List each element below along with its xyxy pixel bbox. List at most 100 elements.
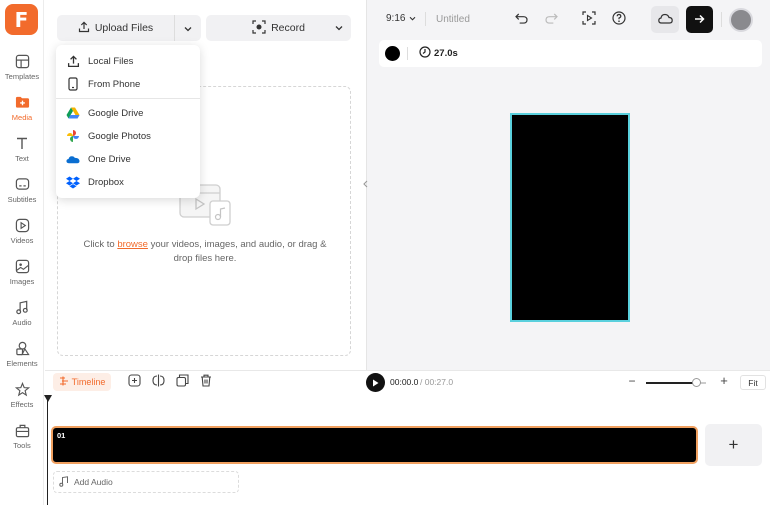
phone-icon xyxy=(66,77,80,91)
chevron-down-icon xyxy=(184,19,192,37)
tab-timeline[interactable]: Timeline xyxy=(53,373,111,391)
split-button[interactable] xyxy=(150,374,166,391)
sidebar-item-label: Effects xyxy=(10,400,34,409)
sidebar-item-audio[interactable]: Audio xyxy=(0,298,44,336)
sidebar-item-effects[interactable]: Effects xyxy=(0,380,44,418)
upload-source-menu: Local Files From Phone Google Drive Goog… xyxy=(56,45,200,198)
aspect-ratio-value: 9:16 xyxy=(386,13,406,24)
record-label: Record xyxy=(271,22,305,34)
upload-icon xyxy=(66,54,80,68)
video-canvas[interactable] xyxy=(510,113,630,322)
subtitles-icon xyxy=(13,175,31,193)
text-icon xyxy=(13,134,31,152)
sidebar-item-text[interactable]: Text xyxy=(0,134,44,172)
google-drive-icon xyxy=(66,106,80,120)
background-color-swatch[interactable] xyxy=(385,46,400,61)
clip-label: 01 xyxy=(57,431,66,440)
app-logo[interactable]: F xyxy=(5,4,38,35)
upload-dropdown-toggle[interactable] xyxy=(175,15,201,41)
menu-item-local-files[interactable]: Local Files xyxy=(56,50,200,72)
menu-item-google-photos[interactable]: Google Photos xyxy=(56,125,200,147)
sidebar-item-elements[interactable]: Elements xyxy=(0,339,44,377)
help-icon xyxy=(612,10,626,30)
elements-icon xyxy=(13,339,31,357)
zoom-in-button[interactable]: + xyxy=(718,373,730,388)
music-note-icon xyxy=(59,475,69,489)
fit-button[interactable]: Fit xyxy=(740,375,766,390)
cloud-save-button[interactable] xyxy=(651,6,679,33)
dropzone-instructions: Click to browse your videos, images, and… xyxy=(78,238,332,266)
export-button[interactable] xyxy=(686,6,713,33)
project-title[interactable]: Untitled xyxy=(436,14,470,25)
record-icon xyxy=(252,19,266,37)
sidebar-item-templates[interactable]: Templates xyxy=(0,52,44,90)
menu-divider xyxy=(56,98,200,99)
tools-icon xyxy=(13,421,31,439)
duration-value: 27.0s xyxy=(434,48,458,59)
preview-play-button[interactable] xyxy=(579,10,599,30)
sidebar-item-label: Subtitles xyxy=(7,195,37,204)
menu-item-label: Dropbox xyxy=(88,176,124,188)
duplicate-button[interactable] xyxy=(174,374,190,392)
upload-files-label: Upload Files xyxy=(94,22,154,34)
avatar[interactable] xyxy=(729,8,753,32)
sidebar-item-subtitles[interactable]: Subtitles xyxy=(0,175,44,213)
total-time: / 00:27.0 xyxy=(420,377,454,387)
menu-item-label: One Drive xyxy=(88,153,131,165)
upload-files-main[interactable]: Upload Files xyxy=(57,15,175,41)
menu-item-from-phone[interactable]: From Phone xyxy=(56,73,200,95)
sidebar-item-tools[interactable]: Tools xyxy=(0,421,44,459)
toolbar-divider xyxy=(425,12,426,26)
sidebar-item-videos[interactable]: Videos xyxy=(0,216,44,254)
zoom-slider-handle[interactable] xyxy=(692,378,701,387)
sidebar-item-images[interactable]: Images xyxy=(0,257,44,295)
chevron-down-icon xyxy=(335,22,343,34)
add-clip-button[interactable]: + xyxy=(705,424,762,466)
chevron-left-icon xyxy=(362,180,368,190)
sidebar-item-label: Elements xyxy=(6,359,38,368)
aspect-ratio-select[interactable]: 9:16 xyxy=(386,13,416,24)
undo-button[interactable] xyxy=(511,10,531,30)
redo-icon xyxy=(544,11,558,29)
collapse-panel-handle[interactable] xyxy=(361,165,369,205)
upload-icon xyxy=(78,20,90,36)
properties-bar: 27.0s xyxy=(379,40,762,67)
undo-icon xyxy=(514,11,528,29)
duration-control[interactable]: 27.0s xyxy=(419,46,458,61)
templates-icon xyxy=(13,52,31,70)
timeline-icon xyxy=(59,376,69,388)
tab-timeline-label: Timeline xyxy=(71,377,106,387)
dropzone-text-prefix: Click to xyxy=(83,239,118,250)
sidebar-item-label: Images xyxy=(9,277,35,286)
redo-button[interactable] xyxy=(541,10,561,30)
dropbox-icon xyxy=(66,175,80,189)
clock-icon xyxy=(419,46,431,61)
current-time: 00:00.0 xyxy=(390,377,419,387)
play-button[interactable] xyxy=(366,373,385,392)
menu-item-dropbox[interactable]: Dropbox xyxy=(56,171,200,193)
cloud-icon xyxy=(657,11,673,29)
delete-button[interactable] xyxy=(198,374,214,391)
zoom-slider-fill xyxy=(646,382,697,384)
sidebar-item-label: Tools xyxy=(13,441,31,450)
help-button[interactable] xyxy=(609,10,629,30)
upload-files-button[interactable]: Upload Files xyxy=(57,15,201,41)
playhead-handle[interactable] xyxy=(44,395,52,402)
sidebar-item-media[interactable]: Media xyxy=(0,93,44,131)
app-window: F Templates Media Text Subtitles Videos … xyxy=(0,0,770,505)
zoom-out-button[interactable]: − xyxy=(626,374,638,388)
play-icon xyxy=(372,374,379,392)
menu-item-google-drive[interactable]: Google Drive xyxy=(56,102,200,124)
add-audio-button[interactable]: Add Audio xyxy=(53,471,239,493)
audio-icon xyxy=(13,298,31,316)
arrow-right-icon xyxy=(694,11,705,29)
playhead[interactable] xyxy=(47,396,48,505)
clip-thumbnail xyxy=(55,430,694,460)
record-button[interactable]: Record xyxy=(206,15,351,41)
browse-link[interactable]: browse xyxy=(117,239,148,250)
toolbar-divider xyxy=(721,12,722,27)
video-clip[interactable]: 01 xyxy=(51,426,698,464)
menu-item-one-drive[interactable]: One Drive xyxy=(56,148,200,170)
duplicate-icon xyxy=(175,374,189,392)
add-element-button[interactable] xyxy=(126,374,142,391)
